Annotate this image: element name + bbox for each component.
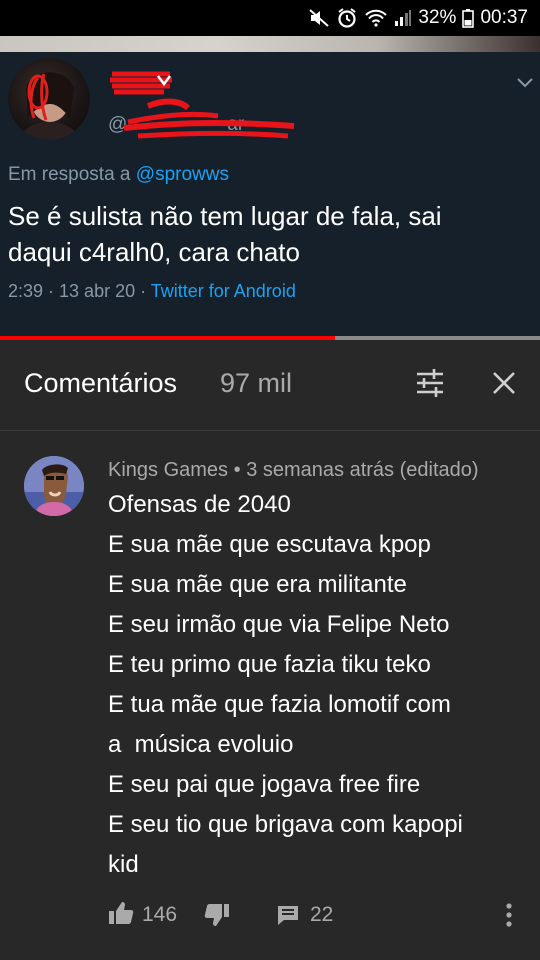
tweet-avatar: [8, 58, 90, 140]
video-top-strip: [0, 36, 540, 52]
mute-icon: [308, 8, 330, 28]
comment-meta: Kings Games • 3 semanas atrás (editado): [108, 459, 479, 481]
comment-line: E teu primo que fazia tiku teko: [108, 651, 431, 678]
tweet-client-link[interactable]: Twitter for Android: [151, 281, 296, 301]
comment-line: a música evoluio: [108, 731, 294, 758]
comments-header: Comentários 97 mil: [0, 340, 540, 431]
signal-icon: [394, 9, 412, 27]
name-scribble: [110, 71, 172, 95]
battery-percent: 32%: [418, 7, 457, 28]
comment-line: E seu pai que jogava free fire: [108, 771, 421, 798]
comment-line: kid: [108, 851, 139, 878]
comment-time: 3 semanas atrás (editado): [246, 459, 479, 481]
reply-mention-link[interactable]: @sprowws: [136, 164, 229, 185]
tweet-meta: 2:39 · 13 abr 20 · Twitter for Android: [8, 281, 296, 301]
handle-scribble: [123, 98, 295, 139]
tweet-text: Se é sulista não tem lugar de fala, sai …: [8, 201, 442, 267]
comments-title: Comentários: [24, 368, 178, 398]
comment-author[interactable]: Kings Games: [108, 459, 228, 481]
status-bar: 32% 00:37: [0, 0, 540, 36]
reply-icon[interactable]: [276, 904, 300, 931]
sort-icon[interactable]: [414, 367, 446, 404]
wifi-icon: [364, 8, 388, 28]
commenter-avatar[interactable]: [24, 456, 84, 516]
battery-icon: [462, 8, 475, 28]
comment-line: E seu irmão que via Felipe Neto: [108, 611, 450, 638]
more-options-icon[interactable]: [503, 902, 515, 933]
like-icon[interactable]: [108, 901, 134, 930]
reply-count: 22: [310, 903, 334, 926]
comment-line: E sua mãe que era militante: [108, 571, 407, 598]
comment-line: E sua mãe que escutava kpop: [108, 531, 431, 558]
comments-count: 97 mil: [220, 368, 293, 398]
video-player[interactable]: @ ar Em resposta a @sprowws Se é sulista …: [0, 36, 540, 338]
like-count: 146: [142, 903, 178, 926]
comment-line: E seu tio que brigava com kapopi: [108, 811, 463, 838]
chevron-down-icon[interactable]: [516, 76, 534, 94]
tweet-reply-to: Em resposta a @sprowws: [8, 164, 229, 185]
comment-line: Ofensas de 2040: [108, 491, 291, 518]
clock: 00:37: [480, 7, 528, 28]
comment-item: Kings Games • 3 semanas atrás (editado) …: [0, 431, 540, 960]
comment-actions: 146 22: [0, 899, 540, 935]
dislike-icon[interactable]: [204, 903, 230, 932]
comment-line: E tua mãe que fazia lomotif com: [108, 691, 451, 718]
comment-text: Ofensas de 2040 E sua mãe que escutava k…: [108, 485, 528, 885]
close-icon[interactable]: [490, 369, 518, 402]
alarm-icon: [336, 7, 358, 29]
